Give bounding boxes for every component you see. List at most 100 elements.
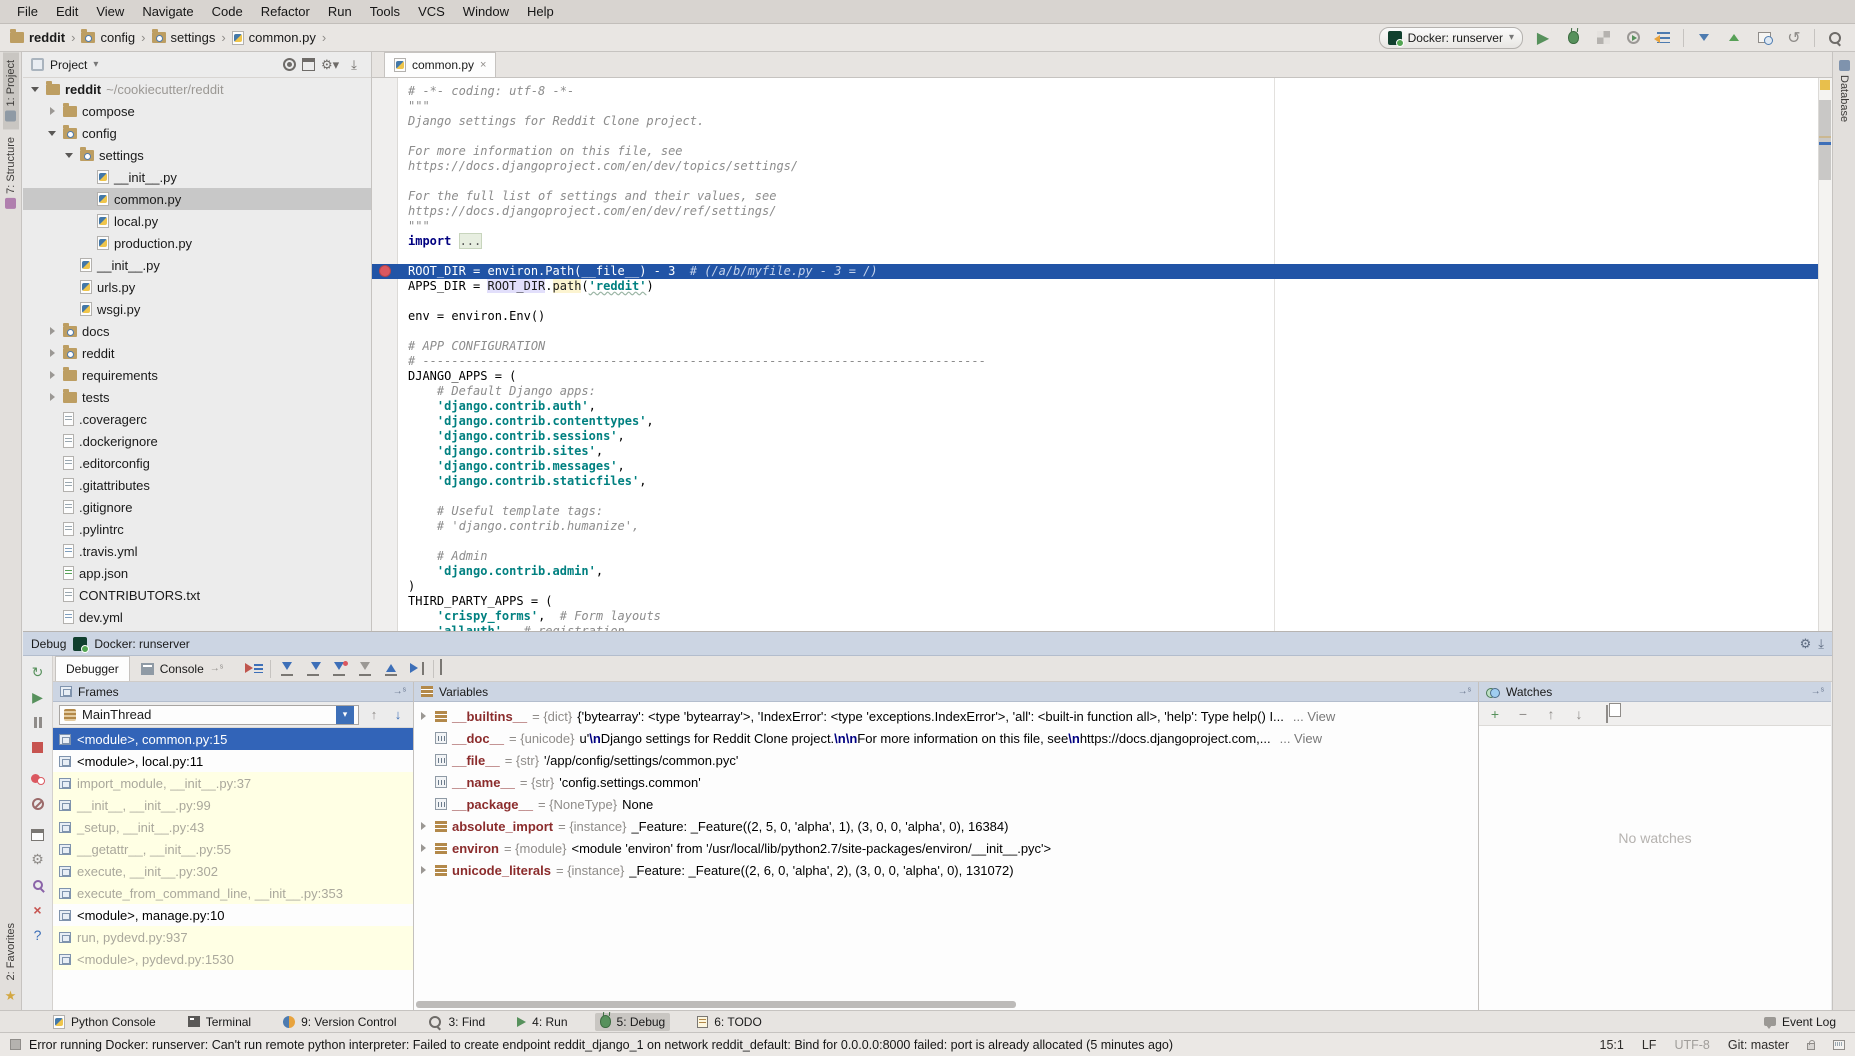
frame-row[interactable]: <module>, manage.py:10 [53, 904, 413, 926]
frame-down-button[interactable]: ↓ [389, 707, 407, 722]
menu-item-vcs[interactable]: VCS [409, 4, 454, 19]
tree-item--dockerignore[interactable]: .dockerignore [23, 430, 371, 452]
tree-item-tests[interactable]: tests [23, 386, 371, 408]
locate-file-button[interactable] [283, 58, 296, 71]
collapse-all-button[interactable] [302, 58, 315, 71]
code-line[interactable] [372, 534, 1818, 549]
help-button[interactable]: ? [27, 922, 49, 947]
menu-item-help[interactable]: Help [518, 4, 563, 19]
code-line[interactable]: 'django.contrib.messages', [372, 459, 1818, 474]
code-line[interactable]: For the full list of settings and their … [372, 189, 1818, 204]
close-button[interactable]: × [27, 897, 49, 922]
restore-layout-button[interactable] [27, 822, 49, 847]
variable-row[interactable]: __package__ = {NoneType} None [414, 793, 1478, 815]
debug-button[interactable] [1563, 28, 1583, 48]
tree-item-production-py[interactable]: production.py [23, 232, 371, 254]
toolwindow-button-event-log[interactable]: Event Log [1759, 1013, 1841, 1031]
menu-item-refactor[interactable]: Refactor [252, 4, 319, 19]
smart-step-into-button[interactable] [355, 660, 375, 678]
code-line[interactable]: 'django.contrib.admin', [372, 564, 1818, 579]
tree-item-local-py[interactable]: local.py [23, 210, 371, 232]
tree-item--pylintrc[interactable]: .pylintrc [23, 518, 371, 540]
frame-row[interactable]: execute, __init__.py:302 [53, 860, 413, 882]
tree-item-settings[interactable]: settings [23, 144, 371, 166]
search-everywhere-button[interactable] [1825, 28, 1845, 48]
tree-toggle-icon[interactable] [46, 325, 58, 337]
tree-item--gitattributes[interactable]: .gitattributes [23, 474, 371, 496]
panel-settings-button[interactable]: ⚙ [1800, 636, 1812, 652]
tree-item-reddit[interactable]: reddit [23, 342, 371, 364]
tree-toggle-icon[interactable] [46, 127, 58, 139]
tab-debugger[interactable]: Debugger [55, 656, 130, 681]
tree-item-urls-py[interactable]: urls.py [23, 276, 371, 298]
frame-row[interactable]: _setup, __init__.py:43 [53, 816, 413, 838]
menu-item-window[interactable]: Window [454, 4, 518, 19]
tree-toggle-icon[interactable] [46, 391, 58, 403]
code-line[interactable] [372, 294, 1818, 309]
tree-item-wsgi-py[interactable]: wsgi.py [23, 298, 371, 320]
tree-toggle-icon[interactable] [46, 369, 58, 381]
variable-row[interactable]: __builtins__ = {dict} {'bytearray': <typ… [414, 705, 1478, 727]
step-over-button[interactable] [277, 660, 297, 678]
vcs-update-button[interactable] [1694, 28, 1714, 48]
code-line[interactable] [372, 174, 1818, 189]
editor-scrollbar[interactable] [1818, 78, 1832, 631]
close-icon[interactable]: × [480, 59, 486, 71]
rerun-button[interactable]: ↻ [27, 660, 49, 685]
frame-up-button[interactable]: ↑ [365, 707, 383, 722]
code-line[interactable]: 'allauth', # registration [372, 624, 1818, 631]
frame-row[interactable]: execute_from_command_line, __init__.py:3… [53, 882, 413, 904]
menu-item-file[interactable]: File [8, 4, 47, 19]
code-line[interactable] [372, 489, 1818, 504]
tree-toggle-icon[interactable] [63, 149, 75, 161]
screen-reader-icon[interactable] [1833, 1040, 1845, 1050]
show-execution-point-button[interactable] [244, 660, 264, 678]
undo-button[interactable]: ↺ [1784, 28, 1804, 48]
code-line[interactable]: DJANGO_APPS = ( [372, 369, 1818, 384]
tree-item-config[interactable]: config [23, 122, 371, 144]
sidebar-tab-structure[interactable]: 7: Structure [3, 129, 19, 217]
tree-item--editorconfig[interactable]: .editorconfig [23, 452, 371, 474]
tree-item-app-json[interactable]: app.json [23, 562, 371, 584]
menu-item-run[interactable]: Run [319, 4, 361, 19]
toolwindow-button-run[interactable]: 4: Run [512, 1013, 572, 1031]
chevron-down-icon[interactable]: ▾ [336, 706, 354, 724]
menu-item-code[interactable]: Code [203, 4, 252, 19]
frame-row[interactable]: run, pydevd.py:937 [53, 926, 413, 948]
tree-toggle-icon[interactable] [46, 347, 58, 359]
debugger-settings-button[interactable]: ⚙ [27, 847, 49, 872]
variable-row[interactable]: unicode_literals = {instance} _Feature: … [414, 859, 1478, 881]
panel-settings-button[interactable]: ⚙▾ [321, 57, 339, 73]
code-line[interactable]: ) [372, 579, 1818, 594]
line-endings[interactable]: LF [1642, 1038, 1657, 1052]
code-line[interactable]: 'django.contrib.contenttypes', [372, 414, 1818, 429]
profiler-button[interactable] [1623, 28, 1643, 48]
variable-row[interactable]: environ = {module} <module 'environ' fro… [414, 837, 1478, 859]
code-line[interactable]: """ [372, 99, 1818, 114]
tree-item--gitignore[interactable]: .gitignore [23, 496, 371, 518]
toolwindow-button-find[interactable]: 3: Find [423, 1013, 490, 1031]
tree-item-reddit[interactable]: reddit ~/cookiecutter/reddit [23, 78, 371, 100]
tree-toggle-icon[interactable] [46, 105, 58, 117]
remove-watch-button[interactable]: − [1515, 706, 1531, 722]
force-step-into-button[interactable] [329, 660, 349, 678]
run-config-select[interactable]: Docker: runserver ▾ [1379, 27, 1523, 49]
frame-row[interactable]: import_module, __init__.py:37 [53, 772, 413, 794]
code-line[interactable]: 'django.contrib.sessions', [372, 429, 1818, 444]
variable-row[interactable]: __name__ = {str} 'config.settings.common… [414, 771, 1478, 793]
file-encoding[interactable]: UTF-8 [1674, 1038, 1709, 1052]
code-line[interactable]: # Useful template tags: [372, 504, 1818, 519]
toolwindow-button-vcs[interactable]: 9: Version Control [278, 1013, 401, 1031]
frame-row[interactable]: <module>, common.py:15 [53, 728, 413, 750]
add-watch-button[interactable]: + [1487, 706, 1503, 722]
breadcrumb-item[interactable]: common.py [232, 30, 316, 45]
tree-toggle-icon[interactable] [29, 83, 41, 95]
tree-item-dev-yml[interactable]: dev.yml [23, 606, 371, 628]
move-watch-down-button[interactable]: ↓ [1571, 706, 1587, 722]
code-line[interactable]: import ... [372, 234, 1818, 249]
code-line[interactable]: APPS_DIR = ROOT_DIR.path('reddit') [372, 279, 1818, 294]
tree-item-requirements[interactable]: requirements [23, 364, 371, 386]
local-history-button[interactable] [1754, 28, 1774, 48]
scrollbar-thumb[interactable] [1819, 100, 1831, 180]
menu-item-tools[interactable]: Tools [361, 4, 409, 19]
